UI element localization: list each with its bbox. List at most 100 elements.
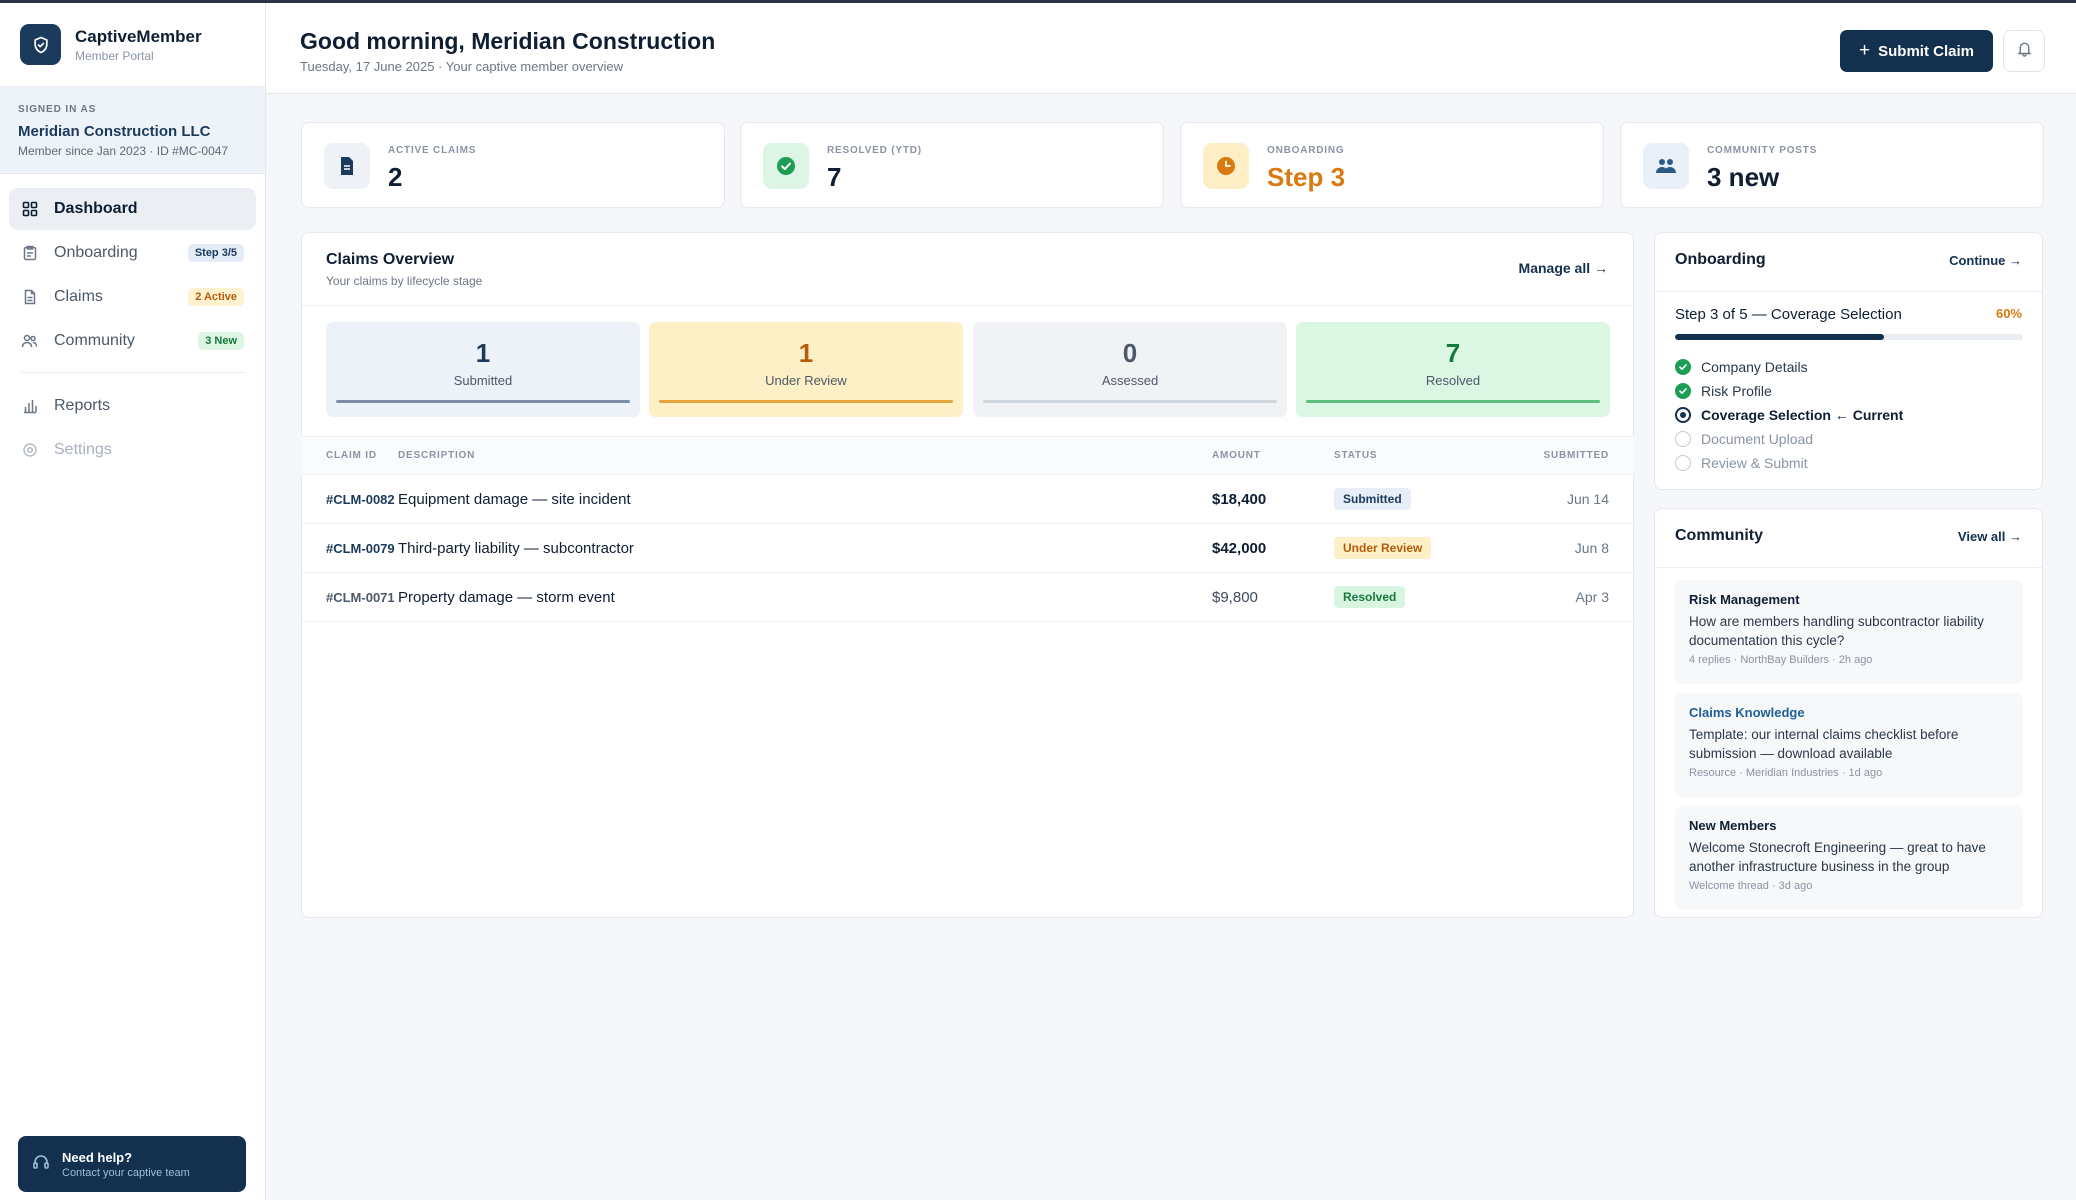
table-row[interactable]: #CLM-0082 Equipment damage — site incide… bbox=[301, 474, 1634, 524]
stage-label: Resolved bbox=[1425, 373, 1481, 388]
claim-amount: $9,800 bbox=[1212, 572, 1334, 622]
claim-id-link[interactable]: #CLM-0071 bbox=[326, 590, 395, 605]
stage-card-submitted[interactable]: 1 Submitted bbox=[326, 322, 640, 417]
stat-value: 3 new bbox=[1707, 162, 1780, 192]
brand-name: CaptiveMember bbox=[75, 26, 202, 46]
table-header-row: CLAIM ID DESCRIPTION AMOUNT STATUS SUBMI… bbox=[301, 436, 1634, 475]
column-header: STATUS bbox=[1334, 436, 1509, 475]
view-all-link[interactable]: View all → bbox=[1958, 529, 2022, 544]
post-text: Template: our internal claims checklist … bbox=[1689, 727, 1959, 761]
stat-card-active-claims[interactable]: ACTIVE CLAIMS 2 bbox=[301, 122, 725, 208]
column-header: SUBMITTED bbox=[1509, 436, 1634, 475]
panel-divider bbox=[302, 305, 1633, 306]
stat-card-resolved[interactable]: RESOLVED (YTD) 7 bbox=[740, 122, 1164, 208]
sidebar-item-label: Reports bbox=[54, 397, 111, 414]
claims-table: CLAIM ID DESCRIPTION AMOUNT STATUS SUBMI… bbox=[301, 436, 1634, 622]
community-post[interactable]: New Members Welcome Stonecroft Engineeri… bbox=[1675, 806, 2023, 910]
clock-icon bbox=[1203, 143, 1249, 189]
claim-submitted-date: Apr 3 bbox=[1509, 572, 1634, 622]
bell-icon bbox=[2016, 40, 2033, 62]
table-row[interactable]: #CLM-0071 Property damage — storm event … bbox=[301, 572, 1634, 622]
grid-icon bbox=[21, 201, 38, 218]
claim-id-link[interactable]: #CLM-0082 bbox=[326, 492, 395, 507]
onboarding-step-done[interactable]: Risk Profile bbox=[1675, 381, 1772, 401]
onboarding-step-done[interactable]: Company Details bbox=[1675, 357, 1808, 377]
shield-logo-icon bbox=[20, 24, 61, 65]
brand[interactable]: CaptiveMember Member Portal bbox=[0, 3, 265, 87]
check-circle-icon bbox=[1675, 359, 1691, 375]
stage-card-under-review[interactable]: 1 Under Review bbox=[649, 322, 963, 417]
status-badge: Under Review bbox=[1334, 537, 1432, 559]
users-icon bbox=[21, 333, 38, 350]
account-name: Meridian Construction LLC bbox=[18, 123, 211, 140]
stage-label: Under Review bbox=[765, 373, 847, 388]
stage-bar bbox=[336, 400, 630, 403]
nav-divider bbox=[21, 372, 244, 373]
claim-id-link[interactable]: #CLM-0079 bbox=[326, 541, 395, 556]
sidebar-item-label: Dashboard bbox=[54, 200, 138, 217]
brand-subtitle: Member Portal bbox=[75, 48, 154, 63]
onboarding-step-todo[interactable]: Review & Submit bbox=[1675, 453, 1808, 473]
column-header: DESCRIPTION bbox=[398, 436, 1212, 475]
headset-icon bbox=[32, 1153, 50, 1176]
sidebar-item-dashboard[interactable]: Dashboard bbox=[9, 188, 256, 230]
stat-value: 2 bbox=[388, 162, 403, 192]
manage-all-link[interactable]: Manage all → bbox=[1519, 260, 1608, 276]
claim-description: Property damage — storm event bbox=[398, 572, 1212, 622]
table-row[interactable]: #CLM-0079 Third-party liability — subcon… bbox=[301, 523, 1634, 573]
step-label: Document Upload bbox=[1701, 431, 1814, 447]
sidebar-item-claims[interactable]: Claims 2 Active bbox=[9, 276, 256, 318]
community-post[interactable]: Claims Knowledge Template: our internal … bbox=[1675, 693, 2023, 797]
panel-divider bbox=[1655, 567, 2042, 568]
onboarding-step-current[interactable]: Coverage Selection ← Current bbox=[1675, 405, 1903, 425]
notifications-button[interactable] bbox=[2003, 30, 2045, 72]
stage-bar bbox=[1306, 400, 1600, 403]
onboarding-step-todo[interactable]: Document Upload bbox=[1675, 429, 1813, 449]
stage-bar bbox=[659, 400, 953, 403]
stage-count: 7 bbox=[1445, 338, 1461, 368]
claim-amount: $18,400 bbox=[1212, 474, 1334, 524]
community-badge: 3 New bbox=[198, 332, 244, 350]
stage-count: 0 bbox=[1122, 338, 1138, 368]
submit-claim-button[interactable]: + Submit Claim bbox=[1840, 30, 1993, 72]
step-label: Risk Profile bbox=[1701, 383, 1772, 399]
post-meta: Resource · Meridian Industries · 1d ago bbox=[1689, 767, 1883, 779]
onboarding-panel: Onboarding Continue → Step 3 of 5 — Cove… bbox=[1654, 232, 2043, 490]
stage-card-assessed[interactable]: 0 Assessed bbox=[973, 322, 1287, 417]
post-category: Claims Knowledge bbox=[1689, 705, 1805, 720]
page-title: Good morning, Meridian Construction bbox=[300, 28, 716, 54]
sidebar-item-community[interactable]: Community 3 New bbox=[9, 320, 256, 362]
post-meta: 4 replies · NorthBay Builders · 2h ago bbox=[1689, 654, 1873, 666]
help-subtitle: Contact your captive team bbox=[62, 1166, 190, 1179]
submit-claim-label: Submit Claim bbox=[1878, 42, 1974, 60]
post-category: New Members bbox=[1689, 818, 1777, 833]
onboarding-title: Onboarding bbox=[1675, 251, 1766, 268]
sidebar-item-label: Claims bbox=[54, 288, 103, 305]
check-circle-icon bbox=[1675, 383, 1691, 399]
bar-chart-icon bbox=[21, 398, 38, 415]
stat-label: ACTIVE CLAIMS bbox=[388, 145, 477, 156]
stage-card-resolved[interactable]: 7 Resolved bbox=[1296, 322, 1610, 417]
sidebar-item-reports[interactable]: Reports bbox=[9, 385, 256, 427]
account-meta: Member since Jan 2023 · ID #MC-0047 bbox=[18, 144, 229, 158]
panel-divider bbox=[1655, 291, 2042, 292]
column-header: CLAIM ID bbox=[301, 436, 398, 475]
users-icon bbox=[1643, 143, 1689, 189]
help-button[interactable]: Need help? Contact your captive team bbox=[18, 1136, 246, 1192]
empty-circle-icon bbox=[1675, 455, 1691, 471]
onboarding-step-title: Step 3 of 5 — Coverage Selection bbox=[1675, 306, 1902, 323]
community-post[interactable]: Risk Management How are members handling… bbox=[1675, 580, 2023, 684]
stage-label: Assessed bbox=[1101, 373, 1159, 388]
stat-card-onboarding[interactable]: ONBOARDING Step 3 bbox=[1180, 122, 1604, 208]
sidebar-item-onboarding[interactable]: Onboarding Step 3/5 bbox=[9, 232, 256, 274]
stat-label: ONBOARDING bbox=[1267, 145, 1345, 156]
sidebar: CaptiveMember Member Portal SIGNED IN AS… bbox=[0, 3, 266, 1200]
onboarding-percent: 60% bbox=[1995, 306, 2022, 321]
document-icon bbox=[324, 143, 370, 189]
page-header: Good morning, Meridian Construction Tues… bbox=[266, 3, 2076, 94]
sidebar-item-settings[interactable]: Settings bbox=[9, 429, 256, 471]
claim-description: Third-party liability — subcontractor bbox=[398, 523, 1212, 573]
step-label: Coverage Selection ← Current bbox=[1701, 407, 1904, 423]
stat-card-community[interactable]: COMMUNITY POSTS 3 new bbox=[1620, 122, 2044, 208]
continue-link[interactable]: Continue → bbox=[1949, 253, 2022, 268]
